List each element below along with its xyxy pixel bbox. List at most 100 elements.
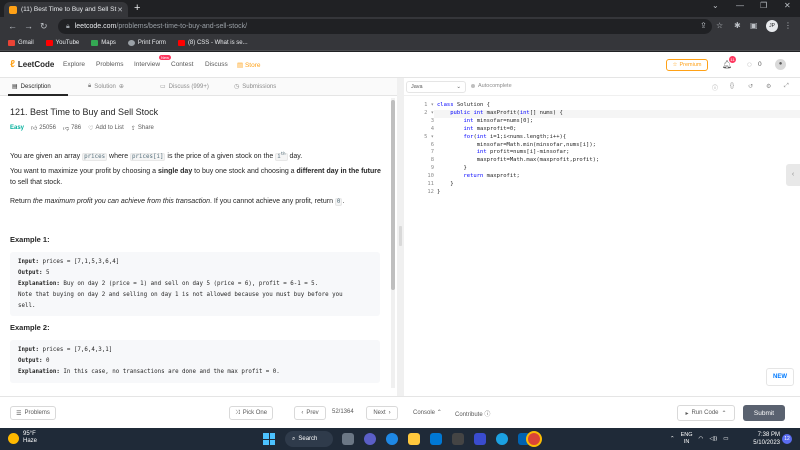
chrome-menu-icon[interactable]: ⋮ [784, 21, 792, 30]
line-number: 4 [430, 125, 434, 132]
console-toggle[interactable]: Console ⌃ [413, 409, 442, 416]
side-drawer-toggle[interactable]: ‹ [786, 164, 800, 186]
tab-solution[interactable]: 🔒︎ Solution ⊕ [88, 83, 124, 90]
premium-button[interactable]: ☆ Premium [666, 59, 708, 71]
bookmark-css[interactable]: (8) CSS - What is se... [177, 40, 248, 46]
new-tab-button[interactable]: + [134, 2, 140, 14]
info-icon[interactable]: ⓘ [712, 83, 718, 92]
example-1-box: Input: prices = [7,1,5,3,6,4] Output: 5 … [10, 252, 380, 316]
toggle-dot-icon [471, 84, 475, 88]
bookmark-gmail[interactable]: Gmail [8, 40, 34, 46]
leetcode-navbar: ℓ LeetCode Explore Problems Interview Ne… [0, 52, 800, 78]
close-window-button[interactable]: ✕ [784, 1, 791, 10]
mail-icon[interactable] [430, 433, 442, 445]
language-indicator[interactable]: ENG IN [681, 432, 693, 446]
share-button[interactable]: ⇪ Share [131, 125, 154, 132]
store-app-icon[interactable] [452, 433, 464, 445]
tab-discuss[interactable]: ▭ Discuss (999+) [160, 83, 209, 91]
contribute-button[interactable]: Contribute ⓘ [455, 409, 490, 418]
fullscreen-icon[interactable]: ⤢ [784, 83, 789, 90]
windows-start-icon[interactable] [263, 433, 275, 445]
notification-badge[interactable]: 12 [782, 434, 792, 444]
next-button[interactable]: Next › [366, 406, 398, 420]
search-icon: ⌕ [292, 435, 296, 442]
store-icon: ▤ [237, 62, 245, 69]
minimize-button[interactable]: — [736, 1, 744, 10]
streak-fire-icon[interactable]: ◌ [747, 60, 752, 69]
nav-contest[interactable]: Contest [171, 61, 193, 68]
prev-button[interactable]: ‹ Prev [294, 406, 326, 420]
bookmark-maps[interactable]: Maps [91, 40, 116, 46]
chevron-up-icon[interactable]: ⌃ [670, 436, 675, 443]
taskbar-search[interactable]: ⌕ Search [285, 431, 333, 447]
chrome-icon[interactable] [526, 431, 542, 447]
user-avatar[interactable]: ● [775, 59, 786, 70]
file-explorer-icon[interactable] [408, 433, 420, 445]
extensions-icon[interactable]: ✱ [734, 21, 741, 30]
bookmark-youtube[interactable]: YouTube [45, 40, 79, 46]
bottom-action-bar: ☰ Problems ⤨ Pick One ‹ Prev 52/1364 Next › … [0, 396, 800, 428]
wifi-icon[interactable]: ◠ [699, 436, 704, 443]
code-line: return maxprofit; [463, 173, 520, 180]
code-line: maxprofit=Math.max(maxprofit,profit); [437, 157, 600, 164]
address-bar[interactable]: 🔒︎ leetcode.com /problems/best-time-to-b… [58, 19, 712, 34]
like-button[interactable]: 👍︎ 25056 [31, 124, 56, 132]
new-feature-button[interactable]: NEW [766, 368, 794, 386]
browser-app-icon[interactable] [496, 433, 508, 445]
teams-chat-icon[interactable] [364, 433, 376, 445]
tab-search-icon[interactable]: ⌄ [712, 1, 719, 10]
problem-description-p1: You are given an array prices where pric… [10, 151, 303, 161]
share-icon[interactable]: ⇪ [700, 21, 707, 30]
reload-icon[interactable]: ↻ [40, 21, 48, 31]
close-tab-icon[interactable]: ✕ [117, 6, 123, 14]
add-to-list-button[interactable]: ♡ Add to List [88, 125, 124, 132]
battery-icon[interactable]: ▭ [723, 436, 728, 443]
browser-tab-title: (11) Best Time to Buy and Sell St [21, 6, 117, 13]
reset-icon[interactable]: ↺ [748, 83, 753, 90]
leetcode-logo[interactable]: ℓ LeetCode [10, 59, 54, 70]
side-panel-icon[interactable]: ▣ [750, 21, 758, 30]
system-tray: ⌃ ENG IN ◠ ◁)) ▭ [670, 432, 728, 446]
browser-tab[interactable]: (11) Best Time to Buy and Sell St ✕ [4, 2, 128, 17]
edge-icon[interactable] [386, 433, 398, 445]
dislike-button[interactable]: 👎︎ 786 [63, 124, 81, 132]
problem-panel: ▤ Description 🔒︎ Solution ⊕ ▭ Discuss (999+)… [0, 78, 397, 396]
language-select[interactable]: Java ⌄ [406, 81, 466, 93]
tab-submissions[interactable]: ◷ Submissions [234, 83, 276, 91]
settings-icon[interactable]: ⚙ [766, 83, 771, 90]
autocomplete-toggle[interactable]: Autocomplete [471, 83, 512, 89]
submit-button[interactable]: Submit [743, 405, 785, 421]
task-view-icon[interactable] [342, 433, 354, 445]
line-number: 6 [430, 141, 434, 148]
problems-list-button[interactable]: ☰ Problems [10, 406, 56, 420]
system-clock[interactable]: 7:38 PM 5/10/2023 [748, 431, 780, 447]
nav-explore[interactable]: Explore [63, 61, 85, 68]
code-line: public int maxProfit(int[] nums) { [450, 109, 563, 116]
nav-interview[interactable]: Interview [134, 61, 160, 68]
maps-icon [91, 40, 99, 46]
weather-widget[interactable]: 95°F Haze [8, 431, 37, 445]
panel-resize-handle[interactable] [397, 78, 404, 396]
tab-description[interactable]: ▤ Description [12, 83, 51, 91]
description-scrollbar[interactable] [391, 100, 395, 290]
code-text[interactable]: class Solution { public int maxProfit(in… [437, 102, 599, 197]
code-line: for(int i=1;i<nums.length;i++){ [463, 133, 567, 140]
pick-one-button[interactable]: ⤨ Pick One [229, 406, 273, 420]
nav-store[interactable]: ▤ Store [237, 61, 261, 69]
run-code-button[interactable]: ▸ Run Code ⌃ [677, 405, 735, 421]
volume-icon[interactable]: ◁)) [709, 436, 717, 443]
bookmark-print-form[interactable]: Print Form [127, 40, 166, 46]
nav-discuss[interactable]: Discuss [205, 61, 228, 68]
clock-icon: ◷ [234, 84, 240, 90]
code-line: } [437, 188, 441, 195]
bookmark-star-icon[interactable]: ☆ [716, 21, 723, 30]
forward-arrow-icon[interactable]: → [24, 21, 33, 31]
problem-title: 121. Best Time to Buy and Sell Stock [10, 107, 159, 117]
chevron-up-icon: ⌃ [436, 410, 442, 416]
restore-button[interactable]: ❐ [760, 1, 767, 10]
code-app-icon[interactable] [474, 433, 486, 445]
profile-avatar[interactable]: JP [766, 20, 778, 32]
nav-problems[interactable]: Problems [96, 61, 123, 68]
back-arrow-icon[interactable]: ← [8, 21, 17, 31]
code-braces-icon[interactable]: {} [730, 83, 734, 89]
